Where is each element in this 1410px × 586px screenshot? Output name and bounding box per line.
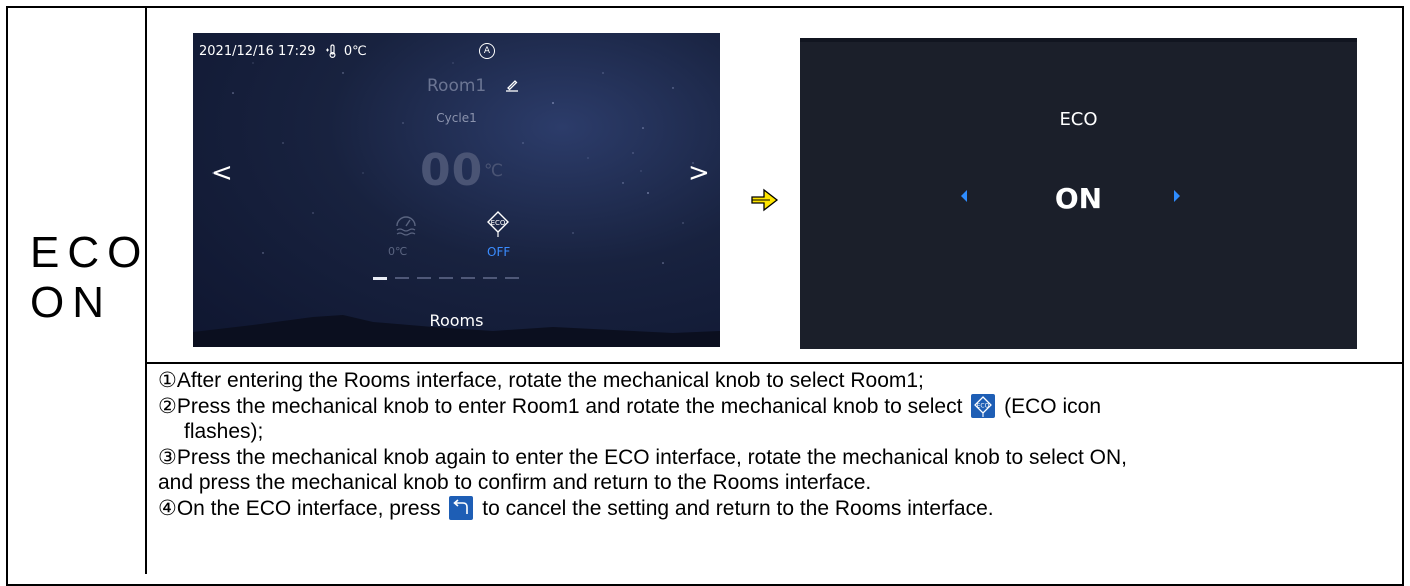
cycle-label: Cycle1 (436, 111, 477, 125)
temperature-unit: ℃ (484, 161, 504, 181)
back-return-icon (449, 495, 474, 520)
page-dot-active (373, 277, 387, 280)
rooms-nav-label[interactable]: Rooms (193, 311, 720, 330)
instruction-step-4-text-b: to cancel the setting and return to the … (482, 496, 994, 520)
page-dot (483, 277, 497, 279)
auto-mode-icon: A (479, 43, 495, 59)
instruction-step-3-continued: and press the mechanical knob to confirm… (158, 471, 872, 494)
eco-icon: ECO (971, 393, 996, 418)
eco-setting-value[interactable]: ON (800, 182, 1357, 215)
instruction-step-2-continued: flashes); (184, 420, 264, 443)
instruction-step-4-text-a: ④On the ECO interface, press (158, 496, 441, 520)
instruction-step-2-text-b: (ECO icon (1004, 394, 1101, 418)
edit-pencil-icon[interactable] (505, 78, 519, 92)
previous-room-arrow-icon[interactable]: < (211, 158, 233, 188)
eco-screen-top-edge (800, 38, 1357, 42)
water-temp-gauge-icon[interactable] (393, 211, 419, 237)
outdoor-thermometer-icon (325, 44, 336, 59)
eco-status-value: OFF (487, 245, 511, 259)
eco-value-right-arrow-icon[interactable] (1172, 189, 1182, 203)
svg-text:ECO: ECO (977, 402, 990, 409)
set-temperature: 00 (420, 145, 484, 196)
page-indicator (373, 277, 543, 280)
datetime: 2021/12/16 17:29 (199, 43, 316, 59)
instruction-step-4: ④On the ECO interface, press to cancel t… (158, 495, 1398, 522)
rooms-screen: 2021/12/16 17:29 0℃ A Room1 Cycle1 00 ℃ … (193, 33, 720, 347)
eco-screen-title: ECO (1059, 109, 1098, 130)
page-dot (439, 277, 453, 279)
outdoor-temp: 0℃ (343, 43, 367, 59)
eco-leaf-icon[interactable]: ECO (485, 210, 511, 238)
eco-screen: ECO ON (800, 38, 1357, 349)
instruction-step-2-text-a: ②Press the mechanical knob to enter Room… (158, 394, 963, 418)
row-label: ECO ON (30, 228, 149, 328)
instruction-step-2: ②Press the mechanical knob to enter Room… (158, 393, 1398, 420)
page-dot (461, 277, 475, 279)
instruction-step-1: ①After entering the Rooms interface, rot… (158, 369, 924, 392)
status-bar: 2021/12/16 17:29 0℃ (199, 43, 371, 59)
page-dot (505, 277, 519, 279)
svg-text:ECO: ECO (491, 219, 506, 227)
water-temp-value: 0℃ (388, 245, 408, 258)
page-dot (417, 277, 431, 279)
next-room-arrow-icon[interactable]: > (688, 158, 710, 188)
instruction-step-3: ③Press the mechanical knob again to ente… (158, 445, 1128, 469)
row-label-line1: ECO (30, 228, 150, 277)
table-row-divider (146, 362, 1404, 364)
room-name[interactable]: Room1 (427, 76, 486, 96)
instructions: ①After entering the Rooms interface, rot… (158, 368, 1398, 521)
page-dot (395, 277, 409, 279)
row-label-line2: ON (30, 278, 112, 327)
transition-arrow-icon (751, 188, 779, 212)
